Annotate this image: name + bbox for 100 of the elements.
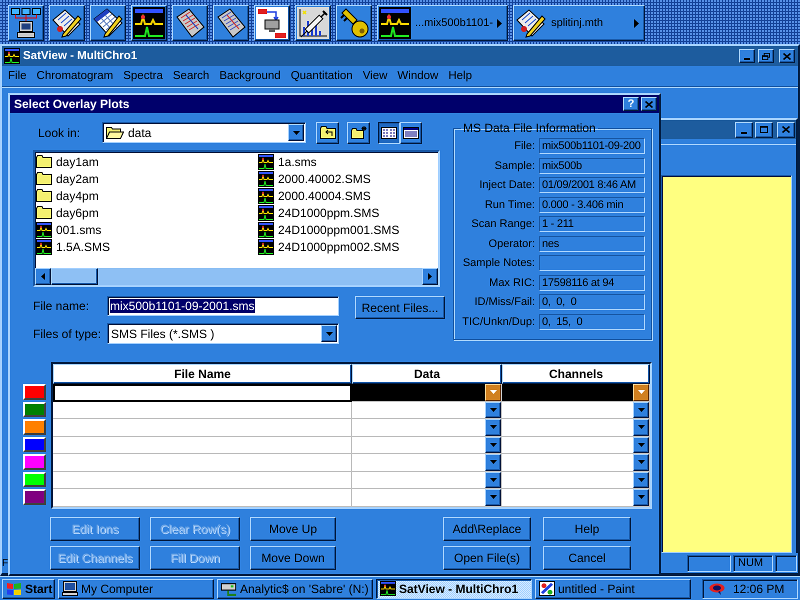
taskbar-button[interactable]: My Computer [58,578,214,598]
new-folder-button[interactable] [347,122,370,144]
maximize-button[interactable] [755,122,773,138]
dialog-button[interactable]: Open File(s) [443,546,531,570]
minimize-button[interactable] [735,122,753,138]
table-cell[interactable] [53,384,352,402]
menu-item[interactable]: View [358,69,392,83]
dropdown-button[interactable] [485,454,501,470]
scroll-right-button[interactable] [422,268,438,285]
file-type-dropdown[interactable]: SMS Files (*.SMS ) [107,323,339,344]
list-view-icon [381,126,397,138]
toolbar-button[interactable] [49,5,85,41]
toolbar-button[interactable] [8,5,44,41]
list-entry[interactable]: 2000.40004.SMS [258,187,371,204]
color-swatch[interactable] [23,489,46,504]
taskbar-button[interactable]: untitled - Paint [535,578,691,598]
dropdown-button[interactable] [485,419,501,436]
dropdown-button[interactable] [485,472,501,488]
dropdown-button[interactable] [633,436,649,453]
list-entry[interactable]: 001.sms [36,221,102,238]
toolbar-button[interactable] [254,5,290,41]
chromatogram-icon [133,7,165,39]
info-value: 17598116 at 94 [539,274,645,290]
chromatogram-icon [258,170,274,186]
horizontal-scrollbar[interactable] [35,268,438,285]
details-view-icon [403,126,419,138]
info-value: 0.000 - 3.406 min [539,196,645,212]
dropdown-button[interactable] [288,124,304,141]
color-swatch[interactable] [23,402,46,417]
minimize-button[interactable] [739,49,755,63]
list-entry[interactable]: 24D1000ppm001.SMS [258,221,400,238]
up-folder-button[interactable] [316,122,339,144]
dialog-button[interactable]: Move Up [250,516,336,540]
file-type-label: Files of type: [33,326,102,342]
list-entry[interactable]: 2000.40002.SMS [258,170,371,187]
color-swatch[interactable] [23,454,46,470]
dialog-button[interactable]: Help [543,516,631,540]
document-pen-icon [515,7,548,39]
scroll-left-button[interactable] [35,268,51,285]
caret-left-icon [41,273,45,280]
file-list[interactable]: day1am day2am day4pm day6pm 001.sms 1.5A.SMS 1a.sms 2000.40002.SMS 2000.40004.SMS 24D1000ppm.SMS 24D1000ppm001.SMS 24D1000ppm002.SMS [33,150,440,287]
menu-item[interactable]: Background [214,69,286,83]
toolbar-task-button[interactable]: splitinj.mth [513,5,646,41]
list-entry[interactable]: day4pm [36,187,99,204]
toolbar-button[interactable] [336,5,372,41]
list-entry[interactable]: 24D1000ppm.SMS [258,204,380,221]
help-button[interactable]: ? [623,97,639,111]
toolbar-button[interactable] [213,5,249,41]
menu-item[interactable]: Window [392,69,444,83]
dropdown-button[interactable] [633,472,649,488]
view-mode-button[interactable] [378,122,400,144]
close-button[interactable] [777,122,795,138]
dropdown-button[interactable] [633,384,649,400]
taskbar-button[interactable]: Analytic$ on 'Sabre' (N:) [217,578,373,598]
toolbar-task-button[interactable]: ...mix500b1101- [377,5,508,41]
list-entry[interactable]: 24D1000ppm002.SMS [258,238,400,255]
dropdown-button[interactable] [485,436,501,453]
scroll-thumb[interactable] [51,268,98,285]
dropdown-button[interactable] [485,384,501,400]
dropdown-button[interactable] [633,419,649,436]
look-in-dropdown[interactable]: data [102,122,306,143]
taskbar-button[interactable]: SatView - MultiChro1 [376,578,532,598]
color-swatch[interactable] [23,436,46,452]
dialog-button[interactable]: Cancel [543,546,631,570]
right-triangle-icon [497,18,502,28]
close-button[interactable] [779,49,795,63]
dialog-button[interactable]: Add\Replace [443,516,531,540]
dropdown-button[interactable] [485,489,501,506]
info-label: TIC/Unkn/Dup: [461,316,535,328]
menu-item[interactable]: Help [443,69,477,83]
list-entry[interactable]: 1a.sms [258,153,317,170]
recent-files-button[interactable]: Recent Files... [355,296,445,319]
color-swatch[interactable] [23,472,46,487]
menu-item[interactable]: Search [168,69,214,83]
close-button[interactable] [641,97,657,111]
toolbar-button[interactable] [131,5,167,41]
menu-item[interactable]: File [3,69,32,83]
menu-item[interactable]: Chromatogram [32,69,118,83]
list-entry[interactable]: day2am [36,170,99,187]
chromatogram-icon [36,238,52,254]
menu-item[interactable]: Quantitation [286,69,358,83]
menu-item[interactable]: Spectra [118,69,168,83]
dialog-button[interactable]: Move Down [250,546,336,570]
caret-right-icon [428,273,432,280]
dropdown-button[interactable] [485,402,501,418]
color-swatch[interactable] [23,419,46,434]
start-button[interactable]: Start [2,578,55,598]
file-name-field[interactable]: mix500b1101-09-2001.sms [107,296,339,316]
restore-button[interactable] [758,49,774,63]
toolbar-button[interactable] [295,5,331,41]
dropdown-button[interactable] [633,489,649,506]
list-entry[interactable]: day1am [36,153,99,170]
list-entry[interactable]: 1.5A.SMS [36,238,110,255]
color-swatch[interactable] [23,384,46,400]
toolbar-button[interactable] [172,5,208,41]
dropdown-button[interactable] [321,325,337,342]
list-entry[interactable]: day6pm [36,204,99,221]
dropdown-button[interactable] [633,454,649,470]
dropdown-button[interactable] [633,402,649,418]
toolbar-button[interactable] [90,5,126,41]
